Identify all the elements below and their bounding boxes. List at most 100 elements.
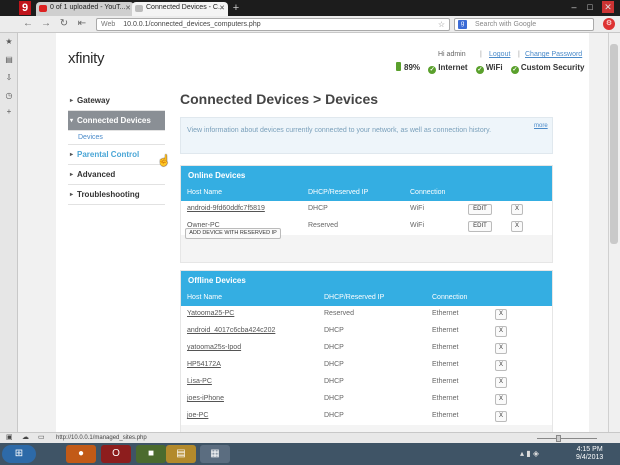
- add-device-button[interactable]: ADD DEVICE WITH RESERVED IP: [185, 228, 281, 239]
- connection-type: WiFi: [410, 222, 424, 229]
- remove-button[interactable]: X: [495, 394, 507, 405]
- remove-button[interactable]: X: [511, 221, 523, 232]
- panel-title: Online Devices: [181, 166, 552, 185]
- scrollbar-thumb[interactable]: [610, 44, 618, 244]
- sidebar-nav: ▸ Gateway ▾ Connected Devices Devices ▸ Par…: [68, 91, 165, 205]
- zoom-slider[interactable]: [537, 438, 597, 439]
- hand-cursor-icon: ☝: [157, 155, 171, 167]
- host-name-link[interactable]: yatooma25s-Ipod: [187, 344, 241, 351]
- back-icon[interactable]: ←: [22, 18, 34, 30]
- more-link[interactable]: more: [534, 123, 548, 129]
- chevron-right-icon: ▸: [70, 152, 74, 158]
- maximize-button[interactable]: □: [584, 1, 596, 13]
- image-icon[interactable]: ▭: [38, 433, 45, 443]
- host-name-link[interactable]: HP54172A: [187, 361, 221, 368]
- remove-button[interactable]: X: [495, 309, 507, 320]
- tray-icons[interactable]: ▴ ▮ ◈: [520, 449, 539, 458]
- menu-icon[interactable]: ⚙: [603, 18, 615, 30]
- table-row: joes-iPhone DHCP Ethernet X: [181, 391, 552, 408]
- bookmark-star-icon[interactable]: ☆: [438, 19, 445, 30]
- host-name-link[interactable]: joe-PC: [187, 412, 208, 419]
- close-window-button[interactable]: ✕: [602, 1, 614, 13]
- remove-button[interactable]: X: [495, 326, 507, 337]
- close-tab-icon[interactable]: ✕: [219, 4, 225, 12]
- status-internet: Internet: [438, 63, 468, 72]
- clock-icon[interactable]: ◷: [4, 91, 14, 101]
- column-header: DHCP/Reserved IP: [308, 189, 369, 196]
- host-name-link[interactable]: android_4017c6cba424c202: [187, 327, 275, 334]
- info-box: View information about devices currently…: [180, 117, 553, 154]
- host-name-link[interactable]: joes-iPhone: [187, 395, 224, 402]
- column-header: Host Name: [187, 189, 223, 196]
- table-row: Lisa-PC DHCP Ethernet X: [181, 374, 552, 391]
- sidebar-item-label: Troubleshooting: [77, 190, 140, 199]
- table-row: joe-PC DHCP Ethernet X: [181, 408, 552, 425]
- notes-icon[interactable]: ▤: [4, 55, 14, 65]
- remove-button[interactable]: X: [495, 411, 507, 422]
- page-viewport: xfinity Hi admin | Logout | Change Passw…: [18, 33, 608, 432]
- info-text: View information about devices currently…: [187, 127, 492, 134]
- logout-link[interactable]: Logout: [489, 51, 510, 58]
- firefox-icon[interactable]: ●: [66, 445, 96, 463]
- download-icon[interactable]: ⇩: [4, 73, 14, 83]
- edit-button[interactable]: EDIT: [468, 221, 492, 232]
- column-header: Host Name: [187, 294, 223, 301]
- remove-button[interactable]: X: [495, 343, 507, 354]
- minecraft-icon[interactable]: ■: [136, 445, 166, 463]
- sidebar-item-gateway[interactable]: ▸ Gateway: [68, 91, 165, 111]
- edit-button[interactable]: EDIT: [468, 204, 492, 215]
- host-name-link[interactable]: Lisa-PC: [187, 378, 212, 385]
- battery-level: 89%: [404, 63, 421, 72]
- panel-toggle-icon[interactable]: ▣: [6, 433, 13, 443]
- check-icon: ✓: [475, 66, 484, 74]
- sidebar-item-label: Gateway: [77, 96, 110, 105]
- close-tab-icon[interactable]: ✕: [125, 4, 131, 12]
- browser-status-bar: ▣ ☁ ▭ http://10.0.0.1/managed_sites.php: [0, 432, 620, 443]
- connection-type: Ethernet: [432, 395, 459, 402]
- connection-type: Ethernet: [432, 327, 459, 334]
- star-icon[interactable]: ★: [4, 37, 14, 47]
- host-name-link[interactable]: android-9fd60ddfc7f5819: [187, 205, 265, 212]
- connection-type: Ethernet: [432, 344, 459, 351]
- network-app-icon[interactable]: ▦: [200, 445, 230, 463]
- opera-icon[interactable]: O: [101, 445, 131, 463]
- forward-icon[interactable]: →: [40, 18, 52, 30]
- sidebar-subitem-devices[interactable]: Devices: [68, 131, 165, 145]
- remove-button[interactable]: X: [495, 360, 507, 371]
- panel-title: Offline Devices: [181, 271, 552, 290]
- remove-button[interactable]: X: [511, 204, 523, 215]
- minimize-button[interactable]: –: [568, 1, 580, 13]
- zoom-slider-knob[interactable]: [556, 435, 561, 442]
- change-password-link[interactable]: Change Password: [525, 51, 582, 58]
- sidebar-item-connected-devices[interactable]: ▾ Connected Devices: [68, 111, 165, 131]
- ip-type: DHCP: [308, 205, 328, 212]
- connection-type: Ethernet: [432, 361, 459, 368]
- browser-toolbar: ← → ↻ ⇤ Web 10.0.0.1/connected_devices_c…: [0, 16, 620, 33]
- search-placeholder: Search with Google: [475, 21, 537, 28]
- separator: |: [518, 51, 520, 58]
- remove-button[interactable]: X: [495, 377, 507, 388]
- connection-type: WiFi: [410, 205, 424, 212]
- folder-icon[interactable]: ▤: [166, 445, 196, 463]
- tab-youtube[interactable]: 0 of 1 uploaded - YouT... ✕: [36, 2, 134, 16]
- table-row: yatooma25s-Ipod DHCP Ethernet X: [181, 340, 552, 357]
- address-label: Web: [101, 21, 116, 28]
- sidebar-item-advanced[interactable]: ▸ Advanced: [68, 165, 165, 185]
- cloud-icon[interactable]: ☁: [22, 433, 29, 443]
- add-panel-icon[interactable]: +: [4, 107, 14, 117]
- search-input[interactable]: g Search with Google: [454, 18, 594, 31]
- host-name-link[interactable]: Yatooma25-PC: [187, 310, 234, 317]
- tab-connected-devices[interactable]: Connected Devices - C... ✕: [132, 2, 228, 16]
- table-row: HP54172A DHCP Ethernet X: [181, 357, 552, 374]
- taskbar: ⊞ ● O ■ ▤ ▦ ▴ ▮ ◈: [0, 443, 620, 465]
- clock[interactable]: 4:15 PM 9/4/2013: [576, 446, 603, 462]
- table-header: Host Name DHCP/Reserved IP Connection: [181, 185, 552, 201]
- address-bar[interactable]: Web 10.0.0.1/connected_devices_computers…: [96, 18, 450, 31]
- sidebar-item-troubleshooting[interactable]: ▸ Troubleshooting: [68, 185, 165, 205]
- reload-icon[interactable]: ↻: [58, 18, 70, 30]
- xfinity-logo[interactable]: xfinity: [68, 50, 105, 67]
- history-icon[interactable]: ⇤: [76, 18, 88, 30]
- start-button[interactable]: ⊞: [2, 445, 36, 463]
- new-tab-button[interactable]: +: [230, 2, 242, 14]
- sidebar-item-parental-control[interactable]: ▸ Parental Control: [68, 145, 165, 165]
